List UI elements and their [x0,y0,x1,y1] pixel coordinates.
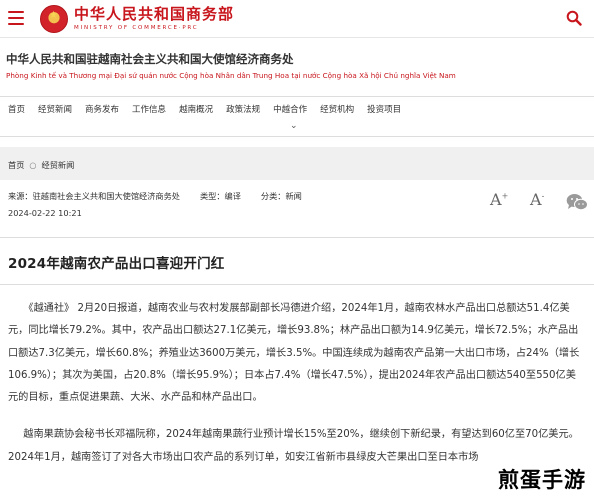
meta-type: 类型：编译 [199,191,241,201]
national-emblem-logo [40,5,68,33]
meta-date: 2024-02-22 10:21 [8,208,82,218]
meta-category: 分类：新闻 [260,191,302,201]
ministry-logo-text[interactable]: 中华人民共和国商务部 MINISTRY OF COMMERCE·PRC [74,5,235,32]
ministry-name-en: MINISTRY OF COMMERCE·PRC [74,25,199,31]
nav-item-china-vietnam-cooperation[interactable]: 中越合作 [266,103,313,117]
article-title: 2024年越南农产品出口喜迎开门红 [8,256,225,272]
article-title-block: 2024年越南农产品出口喜迎开门红 [0,238,594,285]
nav-item-vietnam-overview[interactable]: 越南概况 [172,103,219,117]
font-size-increase-button[interactable]: A+ [490,190,508,209]
article-paragraph: 越南果蔬协会秘书长邓福阮称，2024年越南果蔬行业预计增长15%至20%，继续创… [8,429,579,463]
nav-item-trade-agencies[interactable]: 经贸机构 [313,103,360,117]
font-size-decrease-button[interactable]: A- [530,190,544,209]
nav-item-home[interactable]: 首页 [0,103,31,117]
office-name-cn: 中华人民共和国驻越南社会主义共和国大使馆经济商务处 [6,52,294,66]
nav-item-trade-news[interactable]: 经贸新闻 [31,103,78,117]
breadcrumb-separator: ○ [29,160,37,170]
hamburger-menu-icon[interactable] [8,11,24,25]
breadcrumb: 首页 ○ 经贸新闻 [0,147,594,180]
search-icon[interactable] [566,10,582,26]
article-meta: 来源：驻越南社会主义共和国大使馆经济商务处 类型：编译 分类：新闻 2024-02-… [0,180,594,238]
ministry-name-cn: 中华人民共和国商务部 [74,5,235,23]
nav-item-policies[interactable]: 政策法规 [219,103,266,117]
main-nav: 首页 经贸新闻 商务发布 工作信息 越南概况 政策法规 中越合作 经贸机构 投资… [0,97,594,137]
top-bar: 中华人民共和国商务部 MINISTRY OF COMMERCE·PRC [0,0,594,38]
office-header: 中华人民共和国驻越南社会主义共和国大使馆经济商务处 Phòng Kinh tế … [0,38,594,97]
office-name-vn: Phòng Kinh tế và Thương mại Đại sứ quán … [6,71,456,80]
nav-item-work-info[interactable]: 工作信息 [125,103,172,117]
article-paragraph: 《越通社》 2月20日报道，越南农业与农村发展部副部长冯德进介绍，2024年1月… [8,303,580,404]
nav-item-investment-projects[interactable]: 投资项目 [360,103,407,117]
nav-item-commerce-release[interactable]: 商务发布 [78,103,125,117]
nav-expand-chevron-icon[interactable]: ⌄ [290,121,298,131]
breadcrumb-home[interactable]: 首页 [8,160,24,170]
breadcrumb-current[interactable]: 经贸新闻 [42,160,75,170]
article-body: 《越通社》 2月20日报道，越南农业与农村发展部副部长冯德进介绍，2024年1月… [0,298,594,469]
meta-source: 来源：驻越南社会主义共和国大使馆经济商务处 [8,191,180,201]
watermark: 煎蛋手游 [498,468,586,492]
wechat-share-icon[interactable] [566,193,588,211]
